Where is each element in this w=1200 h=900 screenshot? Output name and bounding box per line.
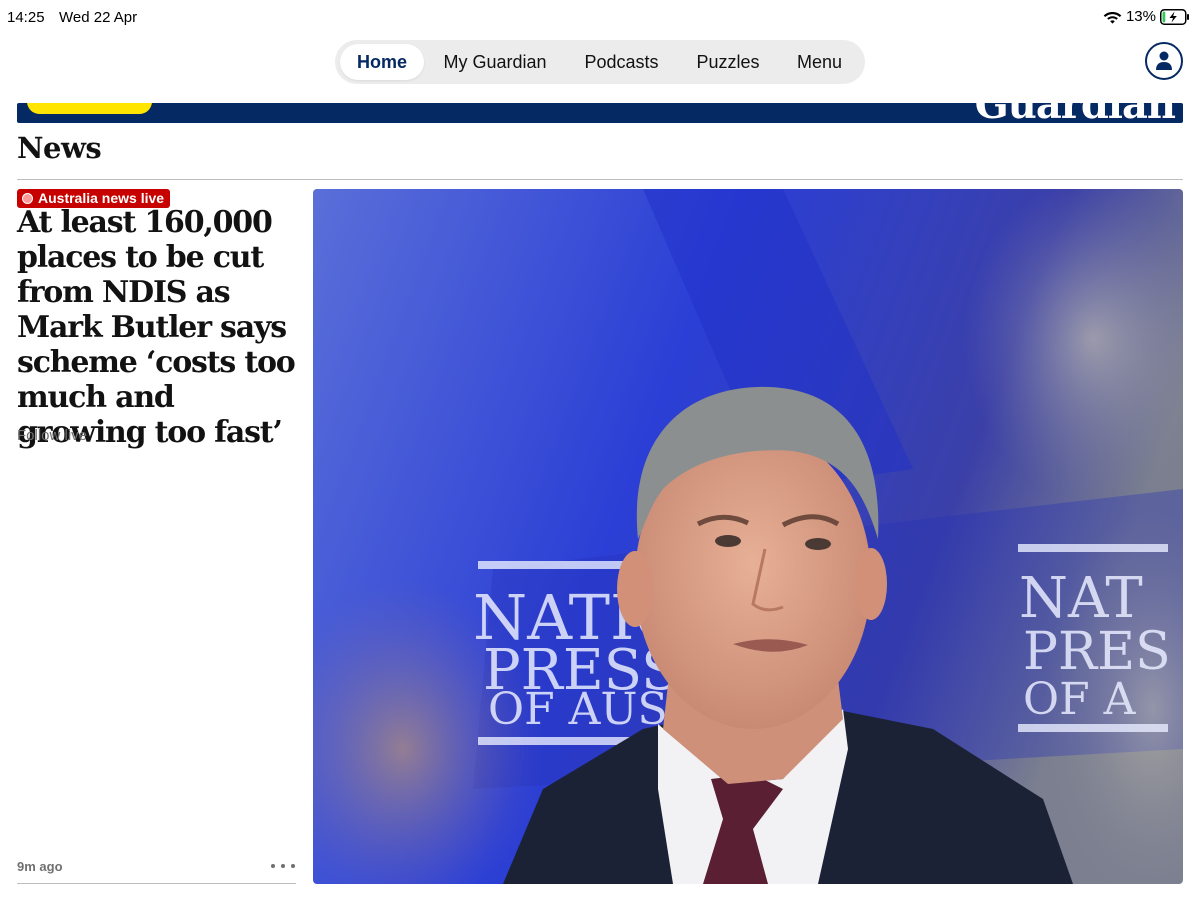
tab-my-guardian[interactable]: My Guardian xyxy=(430,44,560,80)
section-divider xyxy=(17,179,1183,180)
tab-menu[interactable]: Menu xyxy=(782,44,857,80)
top-nav: Home My Guardian Podcasts Puzzles Menu xyxy=(335,40,865,84)
tab-podcasts[interactable]: Podcasts xyxy=(569,44,674,80)
battery-percentage: 13% xyxy=(1125,8,1156,25)
battery-charging-icon xyxy=(1160,8,1189,25)
status-date: Wed 22 Apr xyxy=(59,9,138,26)
support-button[interactable] xyxy=(27,103,152,114)
follow-live-label: Follow live xyxy=(17,427,88,444)
person-icon xyxy=(1156,51,1172,70)
status-indicators: 13% xyxy=(1103,8,1190,25)
tab-home[interactable]: Home xyxy=(340,44,424,80)
article-headline[interactable]: At least 160,000 places to be cut from N… xyxy=(17,205,302,450)
article-hero-image[interactable]: NATIO PRESS C OF AUSTR NAT PRES OF A xyxy=(313,189,1183,884)
status-time: 14:25 xyxy=(7,9,45,26)
live-dot-icon xyxy=(22,193,33,204)
profile-button[interactable] xyxy=(1145,42,1183,80)
guardian-logo: Guardian xyxy=(975,103,1176,123)
press-conference-photo: NATIO PRESS C OF AUSTR NAT PRES OF A xyxy=(313,189,1183,884)
backdrop-text-right-2: PRES xyxy=(1023,622,1171,682)
article-timestamp: 9m ago xyxy=(17,859,63,874)
wifi-icon xyxy=(1103,11,1122,24)
masthead-banner: Guardian xyxy=(17,103,1183,123)
card-divider xyxy=(17,883,296,884)
tab-puzzles[interactable]: Puzzles xyxy=(683,44,773,80)
status-bar: 14:25 Wed 22 Apr 13% xyxy=(0,0,1200,34)
backdrop-text-right-3: OF A xyxy=(1023,674,1137,725)
section-title: News xyxy=(17,131,102,165)
more-dots-icon[interactable] xyxy=(271,856,295,876)
